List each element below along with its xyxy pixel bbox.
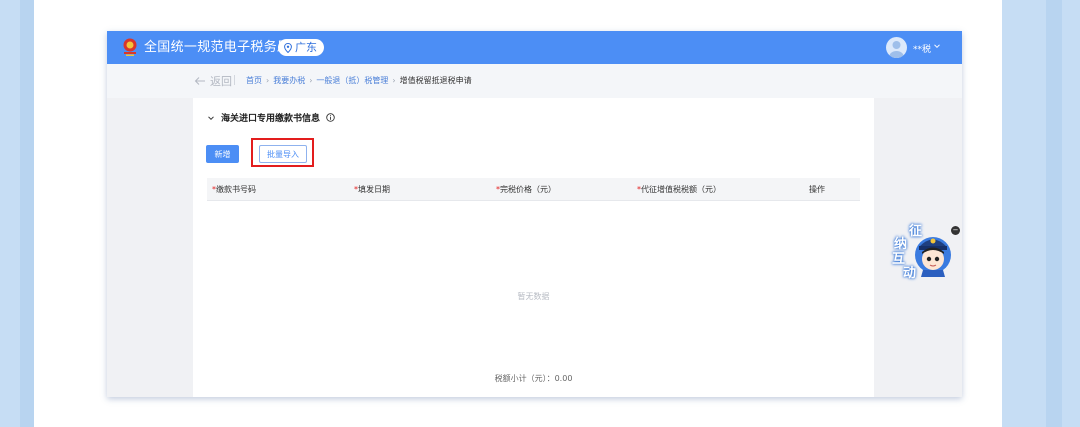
breadcrumb-my-tax[interactable]: 我要办税 <box>273 75 305 86</box>
back-link[interactable]: 返回 <box>194 73 232 89</box>
breadcrumb: 首页 › 我要办税 › 一般退（抵）税管理 › 增值税留抵退税申请 <box>246 75 472 86</box>
column-header-taxable-price: *完税价格（元） <box>496 185 556 194</box>
column-header-vat-amount: *代征增值税税额（元） <box>637 185 721 194</box>
column-header-issue-date: *填发日期 <box>354 185 390 194</box>
close-icon[interactable]: − <box>951 226 960 235</box>
emblem-icon <box>123 38 137 56</box>
site-title[interactable]: 全国统一规范电子税务局 <box>144 40 290 55</box>
section-header[interactable]: 海关进口专用缴款书信息 <box>207 111 335 124</box>
browser-window: 全国统一规范电子税务局 广东 **税 返回 首页 › 我要办税 › 一般退（抵）… <box>107 31 962 397</box>
arrow-left-icon <box>194 77 205 85</box>
chevron-down-icon[interactable] <box>933 42 941 50</box>
breadcrumb-home[interactable]: 首页 <box>246 75 262 86</box>
table-header: *缴款书号码 *填发日期 *完税价格（元） *代征增值税税额（元） 操作 <box>207 178 860 201</box>
info-icon[interactable] <box>326 113 335 122</box>
user-avatar[interactable] <box>886 37 907 58</box>
interaction-mascot[interactable]: 征 纳 互 动 − <box>890 222 960 282</box>
mascot-char: 征 <box>909 224 923 239</box>
section-title: 海关进口专用缴款书信息 <box>221 114 321 124</box>
main-content: 海关进口专用缴款书信息 新增 批量导入 *缴款书号码 *填发日期 *完税价格（元… <box>193 98 874 397</box>
column-header-actions: 操作 <box>809 185 825 194</box>
breadcrumb-refund-mgmt[interactable]: 一般退（抵）税管理 <box>316 75 388 86</box>
back-label: 返回 <box>210 75 232 88</box>
mascot-char: 动 <box>903 266 917 281</box>
top-bar: 全国统一规范电子税务局 广东 **税 <box>107 31 962 64</box>
region-label: 广东 <box>295 41 317 54</box>
avatar-icon <box>889 41 904 58</box>
divider <box>234 75 235 85</box>
add-button[interactable]: 新增 <box>206 145 239 163</box>
chevron-down-icon[interactable] <box>207 114 215 122</box>
breadcrumb-current: 增值税留抵退税申请 <box>399 76 472 85</box>
left-frame <box>0 0 34 427</box>
breadcrumb-separator-icon: › <box>309 76 313 85</box>
empty-state: 暂无数据 <box>517 292 550 301</box>
column-header-voucher-number: *缴款书号码 <box>212 185 256 194</box>
region-selector[interactable]: 广东 <box>278 39 324 56</box>
tax-subtotal: 税额小计（元）：0.00 <box>494 374 573 383</box>
highlight-annotation <box>251 138 314 167</box>
left-panel <box>107 98 193 397</box>
location-pin-icon <box>284 42 292 53</box>
breadcrumb-bar: 返回 首页 › 我要办税 › 一般退（抵）税管理 › 增值税留抵退税申请 <box>107 64 962 95</box>
right-frame <box>1002 0 1080 427</box>
breadcrumb-separator-icon: › <box>392 76 396 85</box>
user-name[interactable]: **税 <box>913 42 931 55</box>
breadcrumb-separator-icon: › <box>266 76 270 85</box>
